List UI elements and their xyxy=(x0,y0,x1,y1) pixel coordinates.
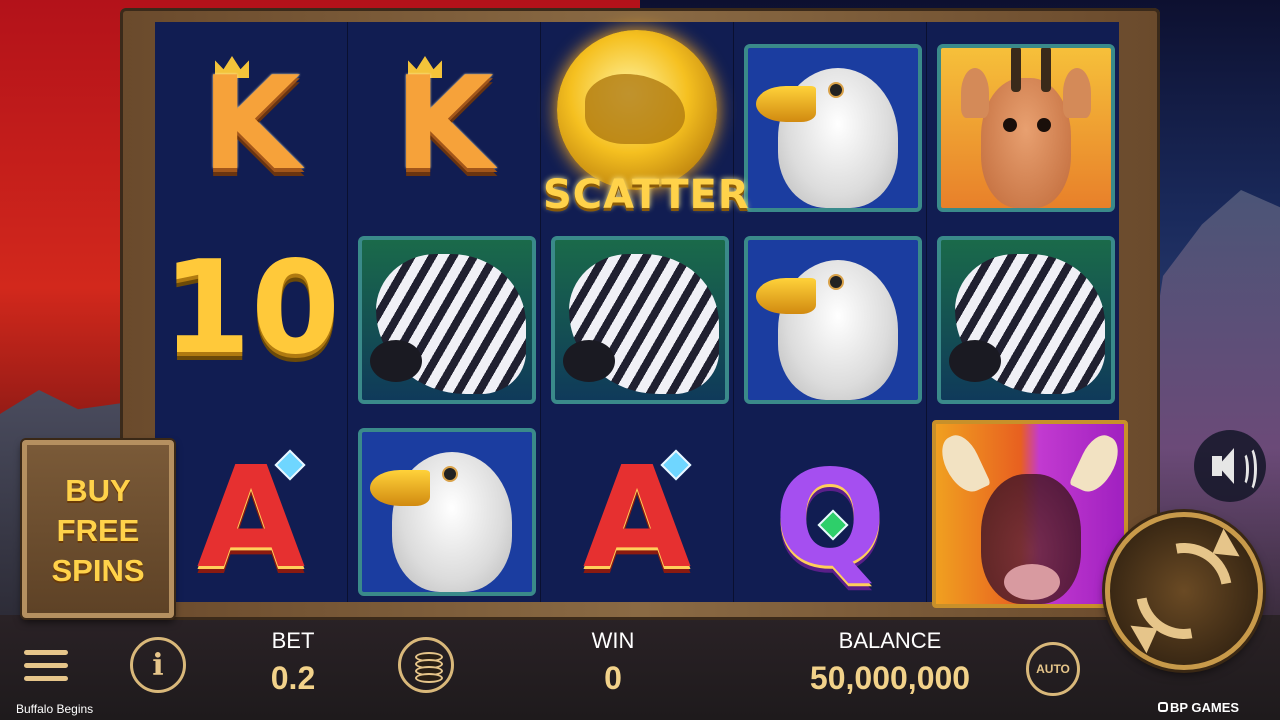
info-icon: i xyxy=(152,648,164,683)
eagle-eye xyxy=(828,274,844,290)
reel-2: K xyxy=(348,22,542,602)
buffalo-horn-left xyxy=(936,429,992,499)
win-label: WIN xyxy=(591,628,635,653)
antelope-ear xyxy=(961,68,989,118)
symbol-k: K xyxy=(394,50,494,199)
eagle-eye xyxy=(828,82,844,98)
bet-value: 0.2 xyxy=(270,660,316,696)
sound-wave-large xyxy=(1242,446,1257,492)
zebra-muzzle xyxy=(370,340,422,382)
eagle-beak xyxy=(370,470,430,506)
menu-icon-line xyxy=(24,663,68,668)
sound-button[interactable] xyxy=(1194,430,1266,502)
symbol-buffalo xyxy=(932,420,1128,608)
eagle-eye xyxy=(442,466,458,482)
antelope-horn xyxy=(1011,48,1021,92)
eagle-beak xyxy=(756,86,816,122)
scatter-label: SCATTER xyxy=(543,172,750,218)
symbol-k: K xyxy=(201,50,301,199)
menu-icon xyxy=(24,650,68,655)
buy-free-spins-button[interactable]: BUY FREE SPINS xyxy=(22,440,174,618)
menu-icon-line xyxy=(24,676,68,681)
zebra-muzzle xyxy=(563,340,615,382)
free-label: FREE xyxy=(56,513,140,548)
menu-button[interactable] xyxy=(24,650,68,682)
symbol-eagle xyxy=(744,44,922,212)
symbol-antelope xyxy=(937,44,1115,212)
buffalo-horn-right xyxy=(1068,429,1124,499)
buy-label: BUY xyxy=(65,473,131,508)
reel-4: Q xyxy=(734,22,928,602)
speaker-cone xyxy=(1218,448,1234,484)
autoplay-button[interactable]: AUTO xyxy=(1026,642,1080,696)
brand-logo-icon xyxy=(1158,702,1168,712)
reel-1: K 10 A xyxy=(155,22,349,602)
symbol-zebra xyxy=(937,236,1115,404)
symbol-scatter: SCATTER xyxy=(543,24,750,218)
zebra-muzzle xyxy=(949,340,1001,382)
balance-label: BALANCE xyxy=(838,628,942,653)
info-button[interactable]: i xyxy=(130,637,186,693)
symbol-a: A xyxy=(196,437,306,600)
coin-stack-layer xyxy=(415,673,443,683)
symbol-zebra xyxy=(551,236,729,404)
brand-name: BP GAMES xyxy=(1170,700,1240,715)
buffalo-nose xyxy=(1004,564,1060,600)
symbol-eagle xyxy=(358,428,536,596)
balance-value: 50,000,000 xyxy=(809,660,971,696)
win-value: 0 xyxy=(604,660,622,696)
symbol-a: A xyxy=(582,437,692,600)
symbol-eagle xyxy=(744,236,922,404)
antelope-eye xyxy=(1037,118,1051,132)
symbol-10: 10 xyxy=(161,234,341,383)
bet-selector-button[interactable] xyxy=(398,637,454,693)
autoplay-icon: AUTO xyxy=(1036,662,1070,676)
antelope-horn xyxy=(1041,48,1051,92)
eagle-beak xyxy=(756,278,816,314)
symbol-zebra xyxy=(358,236,536,404)
bet-label: BET xyxy=(271,628,315,653)
antelope-ear xyxy=(1063,68,1091,118)
antelope-head xyxy=(981,78,1071,208)
antelope-eye xyxy=(1003,118,1017,132)
spins-label: SPINS xyxy=(51,553,145,588)
game-title: Buffalo Begins xyxy=(16,702,94,716)
